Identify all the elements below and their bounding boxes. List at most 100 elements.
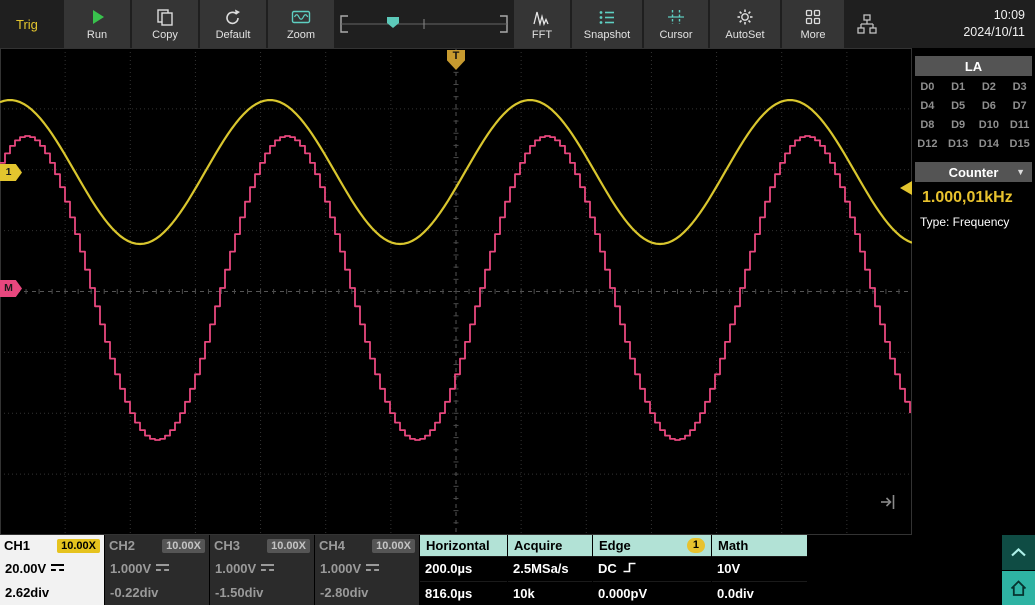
horizontal-title: Horizontal <box>426 538 490 553</box>
reset-arrow-icon <box>223 8 243 26</box>
home-icon <box>1008 578 1029 598</box>
digital-channel[interactable]: D15 <box>1004 135 1035 154</box>
trigger-status-block[interactable]: Edge 1 DC 0.000pV <box>593 535 711 605</box>
math-title: Math <box>718 538 748 553</box>
ch3-status-block[interactable]: CH3 10.00X 1.000V -1.50div <box>210 535 314 605</box>
zoom-label: Zoom <box>287 29 315 41</box>
ch3-offset: -1.50div <box>215 585 263 600</box>
trigger-level-marker[interactable] <box>900 181 912 195</box>
cursor-label: Cursor <box>659 29 692 41</box>
fft-button[interactable]: FFT <box>514 0 570 48</box>
slider-thumb <box>387 17 399 28</box>
digital-channel[interactable]: D14 <box>974 135 1005 154</box>
ch1-status-block[interactable]: CH1 10.00X 20.00V 2.62div <box>0 535 104 605</box>
spectrum-icon <box>532 8 552 26</box>
digital-channel[interactable]: D7 <box>1004 97 1035 116</box>
chevron-up-icon <box>1008 543 1029 561</box>
digital-channel[interactable]: D2 <box>974 78 1005 97</box>
math-offset: 0.0div <box>717 586 754 601</box>
trig-status-label: Trig <box>0 0 64 48</box>
ch1-probe-badge: 10.00X <box>57 539 100 553</box>
right-panel: LA D0 D1 D2 D3 D4 D5 D6 D7 D8 D9 D10 D11… <box>912 48 1035 535</box>
trigger-position-slider[interactable] <box>336 0 512 48</box>
default-button[interactable]: Default <box>200 0 266 48</box>
digital-channel[interactable]: D13 <box>943 135 974 154</box>
acquire-status-block[interactable]: Acquire 2.5MSa/s 10k <box>508 535 592 605</box>
la-label: LA <box>965 59 982 74</box>
ch4-name: CH4 <box>319 538 345 553</box>
delay-value: 816.0µs <box>425 586 472 601</box>
math-scale: 10V <box>717 561 740 576</box>
network-status-icon[interactable] <box>846 0 888 48</box>
clock-date: 2024/10/11 <box>963 24 1025 41</box>
snapshot-button[interactable]: Snapshot <box>572 0 642 48</box>
exit-fullscreen-icon[interactable] <box>878 491 900 518</box>
digital-channel[interactable]: D11 <box>1004 116 1035 135</box>
list-icon <box>597 8 617 26</box>
digital-channel[interactable]: D8 <box>912 116 943 135</box>
ch3-scale: 1.000V <box>215 561 256 576</box>
ch3-probe-badge: 10.00X <box>267 539 310 553</box>
counter-type: Type: Frequency <box>912 215 1035 229</box>
la-panel-header[interactable]: LA <box>915 56 1032 76</box>
more-button[interactable]: More <box>782 0 844 48</box>
snapshot-label: Snapshot <box>584 29 630 41</box>
ch2-name: CH2 <box>109 538 135 553</box>
status-bar: CH1 10.00X 20.00V 2.62div CH2 10.00X 1.0… <box>0 535 1035 605</box>
sample-rate-value: 2.5MSa/s <box>513 561 569 576</box>
fft-label: FFT <box>532 29 552 41</box>
collapse-up-button[interactable] <box>1002 535 1035 570</box>
trigger-coupling: DC <box>598 561 617 576</box>
default-label: Default <box>216 29 251 41</box>
rising-edge-icon <box>622 561 637 577</box>
digital-channel[interactable]: D6 <box>974 97 1005 116</box>
trigger-level-value: 0.000pV <box>598 586 647 601</box>
digital-channel[interactable]: D3 <box>1004 78 1035 97</box>
ch1-offset: 2.62div <box>5 585 49 600</box>
autoset-button[interactable]: AutoSet <box>710 0 780 48</box>
side-buttons <box>1002 535 1035 605</box>
digital-channel[interactable]: D5 <box>943 97 974 116</box>
autoset-label: AutoSet <box>725 29 764 41</box>
zoom-button[interactable]: Zoom <box>268 0 334 48</box>
oscilloscope-app: Trig Run Copy Default <box>0 0 1035 605</box>
ch4-offset: -2.80div <box>320 585 368 600</box>
memory-depth-value: 10k <box>513 586 535 601</box>
digital-channel[interactable]: D12 <box>912 135 943 154</box>
home-button[interactable] <box>1002 571 1035 605</box>
clock: 10:09 2024/10/11 <box>963 0 1035 48</box>
digital-channel[interactable]: D0 <box>912 78 943 97</box>
toolbar: Trig Run Copy Default <box>0 0 1035 48</box>
digital-channel[interactable]: D9 <box>943 116 974 135</box>
counter-header[interactable]: Counter ▼ <box>915 162 1032 182</box>
clock-time: 10:09 <box>963 7 1025 24</box>
trigger-title: Edge <box>599 538 631 553</box>
digital-channel[interactable]: D1 <box>943 78 974 97</box>
cursor-button[interactable]: Cursor <box>644 0 708 48</box>
wave-zoom-icon <box>291 8 311 26</box>
ch4-status-block[interactable]: CH4 10.00X 1.000V -2.80div <box>315 535 419 605</box>
ch2-status-block[interactable]: CH2 10.00X 1.000V -0.22div <box>105 535 209 605</box>
cursor-lines-icon <box>666 8 686 26</box>
digital-channel[interactable]: D10 <box>974 116 1005 135</box>
waveform-display[interactable]: T 1 M <box>0 48 912 535</box>
ch4-scale: 1.000V <box>320 561 361 576</box>
grid-menu-icon <box>803 8 823 26</box>
horizontal-status-block[interactable]: Horizontal 200.0µs 816.0µs <box>420 535 507 605</box>
ch3-name: CH3 <box>214 538 240 553</box>
graticule-and-waves <box>0 48 912 535</box>
dc-coupling-icon <box>156 564 169 572</box>
copy-icon <box>155 8 175 26</box>
acquire-title: Acquire <box>514 538 562 553</box>
run-button[interactable]: Run <box>64 0 130 48</box>
copy-label: Copy <box>152 29 178 41</box>
copy-button[interactable]: Copy <box>132 0 198 48</box>
dc-coupling-icon <box>261 564 274 572</box>
dc-coupling-icon <box>366 564 379 572</box>
math-status-block[interactable]: Math 10V 0.0div <box>712 535 807 605</box>
timebase-value: 200.0µs <box>425 561 472 576</box>
digital-channel[interactable]: D4 <box>912 97 943 116</box>
ch1-scale: 20.00V <box>5 561 46 576</box>
ch2-probe-badge: 10.00X <box>162 539 205 553</box>
chevron-down-icon: ▼ <box>1016 167 1025 177</box>
